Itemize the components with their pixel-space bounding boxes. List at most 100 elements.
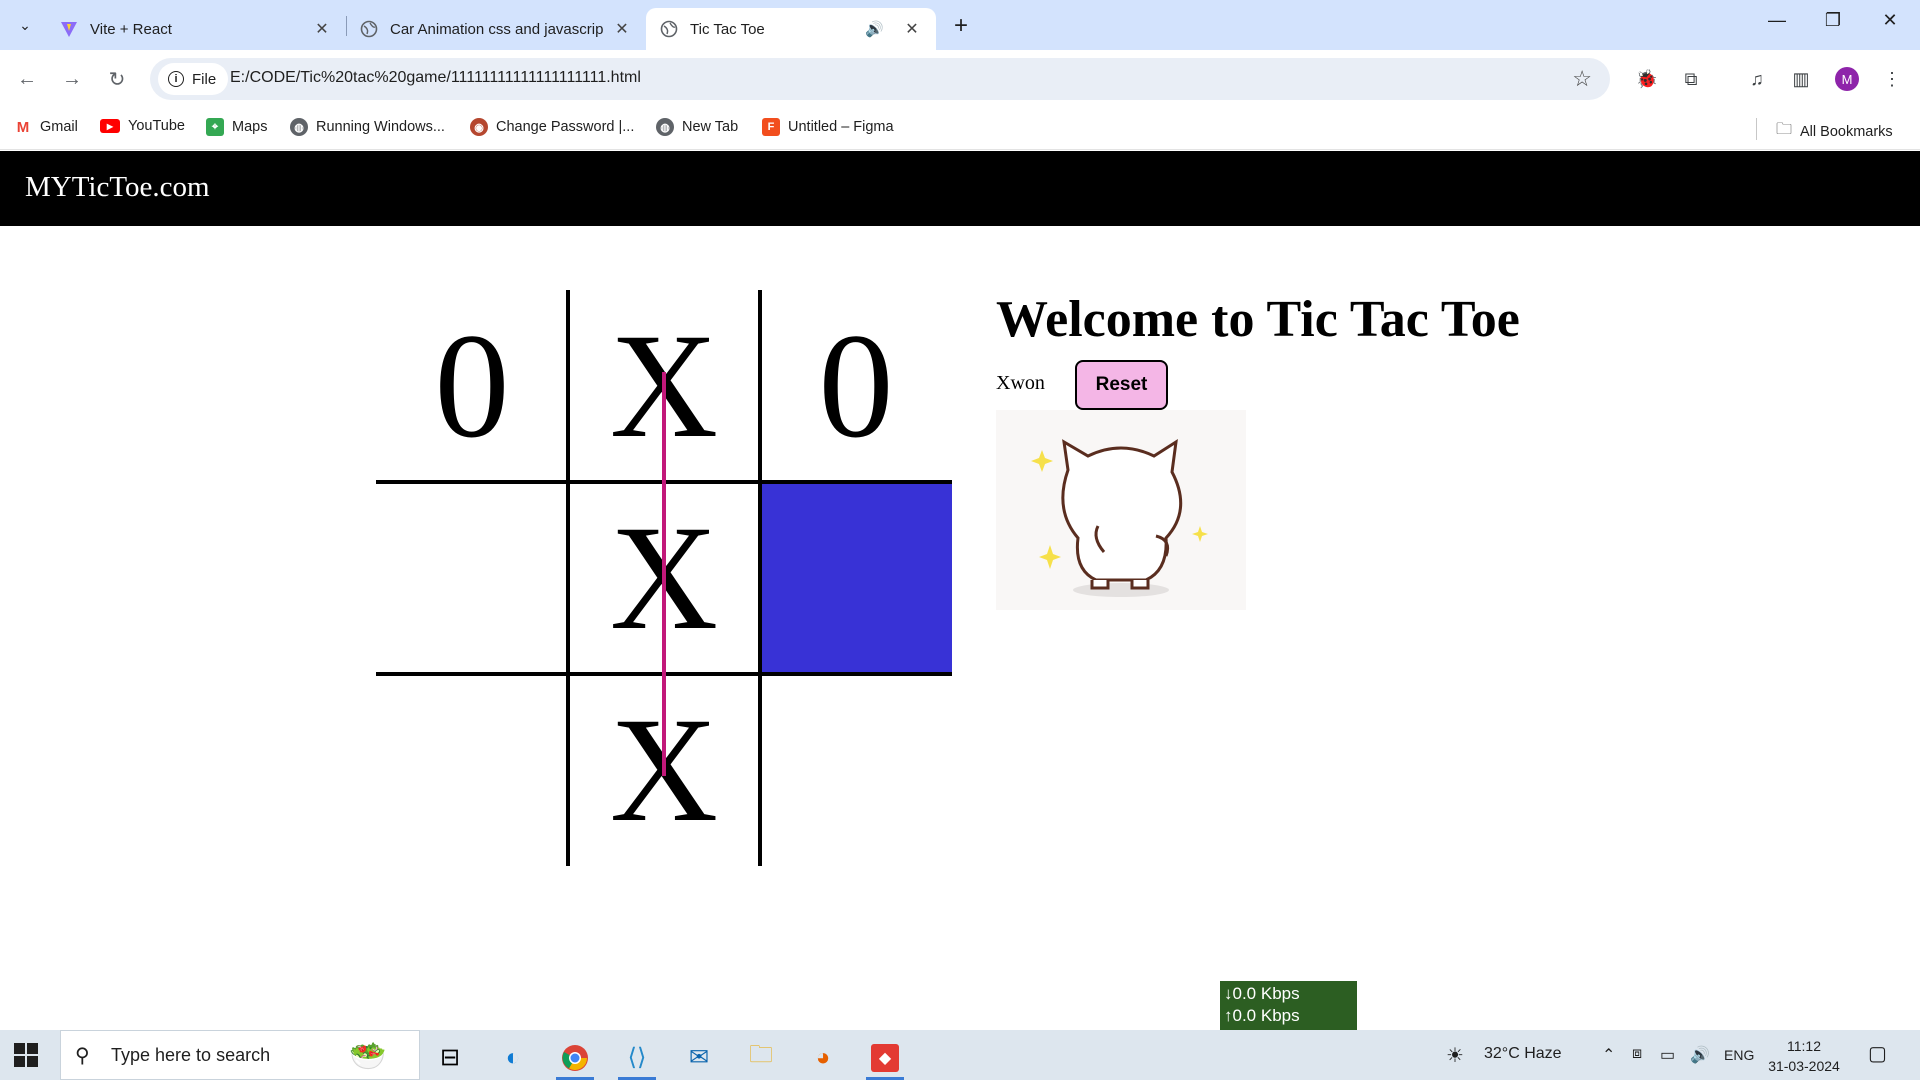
network-icon[interactable]: ⧈ [1632, 1045, 1642, 1063]
bookmark-label: New Tab [682, 119, 739, 135]
tab-strip: ⌄ Vite + React ✕ Car Animation css and j… [0, 0, 1920, 50]
address-bar[interactable]: i File E:/CODE/Tic%20tac%20game/11111111… [150, 58, 1610, 100]
bookmark-label: All Bookmarks [1800, 123, 1893, 140]
celebration-cat-image [996, 410, 1246, 610]
language-indicator[interactable]: ENG [1724, 1047, 1754, 1063]
minimize-button[interactable]: — [1762, 10, 1792, 31]
winning-line [662, 372, 666, 776]
tab-car-animation[interactable]: Car Animation css and javascrip ✕ [346, 8, 646, 50]
page-content: MYTicToe.com 0 X 0 X X Welcome to Tic Ta… [0, 150, 1920, 1030]
git-app-icon[interactable]: ◆ [860, 1035, 910, 1080]
bookmark-label: Untitled – Figma [788, 119, 894, 135]
media-control-icon[interactable]: ♫ [1744, 66, 1770, 92]
board-cell[interactable] [376, 482, 568, 674]
profile-avatar[interactable]: M [1835, 67, 1859, 91]
bookmark-running-windows[interactable]: ◍ Running Windows... [290, 118, 445, 136]
search-icon: ⚲ [75, 1045, 90, 1067]
arrow-left-icon: ← [17, 67, 37, 90]
clock-date: 31-03-2024 [1768, 1058, 1840, 1074]
speaker-icon[interactable]: 🔊 [865, 20, 884, 38]
restore-button[interactable]: ❐ [1818, 10, 1848, 31]
file-explorer-icon[interactable]: 🗀 [736, 1035, 786, 1080]
site-brand[interactable]: MYTicToe.com [25, 171, 210, 204]
tab-title: Car Animation css and javascrip [390, 20, 604, 38]
chevron-up-icon[interactable]: ⌃ [1602, 1045, 1615, 1065]
clock-time: 11:12 [1787, 1038, 1821, 1054]
grid-line [566, 290, 570, 866]
globe-icon: ◍ [656, 118, 674, 136]
tab-tic-tac-toe[interactable]: Tic Tac Toe 🔊 ✕ [646, 8, 936, 50]
board-cell-highlighted[interactable] [760, 482, 952, 674]
bookmark-change-password[interactable]: ◉ Change Password |... [470, 118, 634, 136]
url-text[interactable]: E:/CODE/Tic%20tac%20game/111111111111111… [230, 69, 641, 87]
search-highlight-icon: 🥗 [349, 1039, 387, 1073]
net-speed-widget: ↓0.0 Kbps ↑0.0 Kbps [1220, 981, 1357, 1030]
board-cell[interactable] [376, 674, 568, 866]
download-arrow-icon: ↓ [1224, 984, 1233, 1003]
edge-icon[interactable]: ◐ [488, 1035, 538, 1080]
extension-bug-icon[interactable]: 🐞 [1634, 66, 1660, 92]
download-speed: 0.0 Kbps [1232, 984, 1300, 1003]
back-button[interactable]: ← [12, 64, 42, 94]
chevron-down-icon: ⌄ [19, 16, 31, 33]
forward-button[interactable]: → [57, 64, 87, 94]
search-placeholder: Type here to search [111, 1045, 271, 1065]
reload-icon: ↻ [108, 68, 126, 91]
taskbar-search-box[interactable]: ⚲ Type here to search 🥗 [60, 1030, 420, 1080]
vite-icon [60, 20, 78, 38]
new-tab-button[interactable]: + [948, 12, 974, 40]
more-menu-icon[interactable]: ⋮ [1879, 66, 1905, 92]
extensions-puzzle-icon[interactable]: ⧉ [1678, 66, 1704, 92]
weather-text[interactable]: 32°C Haze [1484, 1045, 1562, 1063]
board-cell[interactable] [760, 674, 952, 866]
globe-icon [660, 20, 678, 38]
tab-vite-react[interactable]: Vite + React ✕ [46, 8, 346, 50]
taskbar-clock[interactable]: 11:12 31-03-2024 [1764, 1036, 1844, 1076]
page-title: Welcome to Tic Tac Toe [996, 291, 1520, 348]
windows-start-icon[interactable] [14, 1043, 38, 1067]
winner-status: Xwon [996, 372, 1045, 394]
game-board: 0 X 0 X X [376, 290, 952, 866]
reload-button[interactable]: ↻ [102, 64, 132, 94]
reset-button[interactable]: Reset [1075, 360, 1168, 410]
tab-title: Vite + React [90, 20, 172, 38]
tab-search-button[interactable]: ⌄ [10, 10, 40, 40]
battery-icon[interactable]: ▭ [1660, 1045, 1675, 1065]
task-view-icon[interactable]: ⊟ [425, 1035, 475, 1080]
status-row: Xwon Reset [996, 352, 1396, 410]
globe-icon [360, 20, 378, 38]
figma-icon: F [762, 118, 780, 136]
all-bookmarks-button[interactable]: 🗀 All Bookmarks [1776, 118, 1893, 145]
arrow-right-icon: → [62, 67, 82, 90]
bookmark-new-tab[interactable]: ◍ New Tab [656, 118, 738, 136]
close-icon[interactable]: ✕ [612, 19, 632, 39]
youtube-icon: ▶ [100, 119, 120, 133]
browser-toolbar: ← → ↻ i File E:/CODE/Tic%20tac%20game/11… [0, 50, 1920, 108]
bookmark-maps[interactable]: ⌖ Maps [206, 118, 267, 136]
close-icon[interactable]: ✕ [902, 19, 922, 39]
upload-arrow-icon: ↑ [1224, 1006, 1233, 1025]
upload-speed: 0.0 Kbps [1232, 1006, 1300, 1025]
bookmark-youtube[interactable]: ▶ YouTube [100, 118, 185, 134]
side-panel-icon[interactable]: ▥ [1788, 66, 1814, 92]
bookmark-label: Gmail [40, 119, 78, 135]
windows-taskbar: ⚲ Type here to search 🥗 ⊟ ◐ ⟨⟩ ✉ 🗀 ◕ ◆ ☀… [0, 1030, 1920, 1080]
bookmark-label: Change Password |... [496, 119, 635, 135]
maps-icon: ⌖ [206, 118, 224, 136]
chrome-icon[interactable] [550, 1035, 600, 1080]
notification-icon[interactable]: ▢ [1868, 1041, 1887, 1066]
mail-icon[interactable]: ✉ [674, 1035, 724, 1080]
bookmark-star-icon[interactable]: ☆ [1572, 66, 1592, 92]
close-icon[interactable]: ✕ [312, 19, 332, 39]
bookmark-figma[interactable]: F Untitled – Figma [762, 118, 894, 136]
volume-icon[interactable]: 🔊 [1690, 1045, 1710, 1065]
window-close-button[interactable]: ✕ [1875, 10, 1905, 31]
board-cell[interactable]: 0 [376, 290, 568, 482]
bookmark-gmail[interactable]: M Gmail [14, 118, 78, 136]
site-info-chip[interactable]: i File [158, 63, 229, 95]
grid-line [758, 290, 762, 866]
firefox-icon[interactable]: ◕ [798, 1035, 848, 1080]
board-cell[interactable]: 0 [760, 290, 952, 482]
vscode-icon[interactable]: ⟨⟩ [612, 1035, 662, 1080]
site-icon: ◉ [470, 118, 488, 136]
